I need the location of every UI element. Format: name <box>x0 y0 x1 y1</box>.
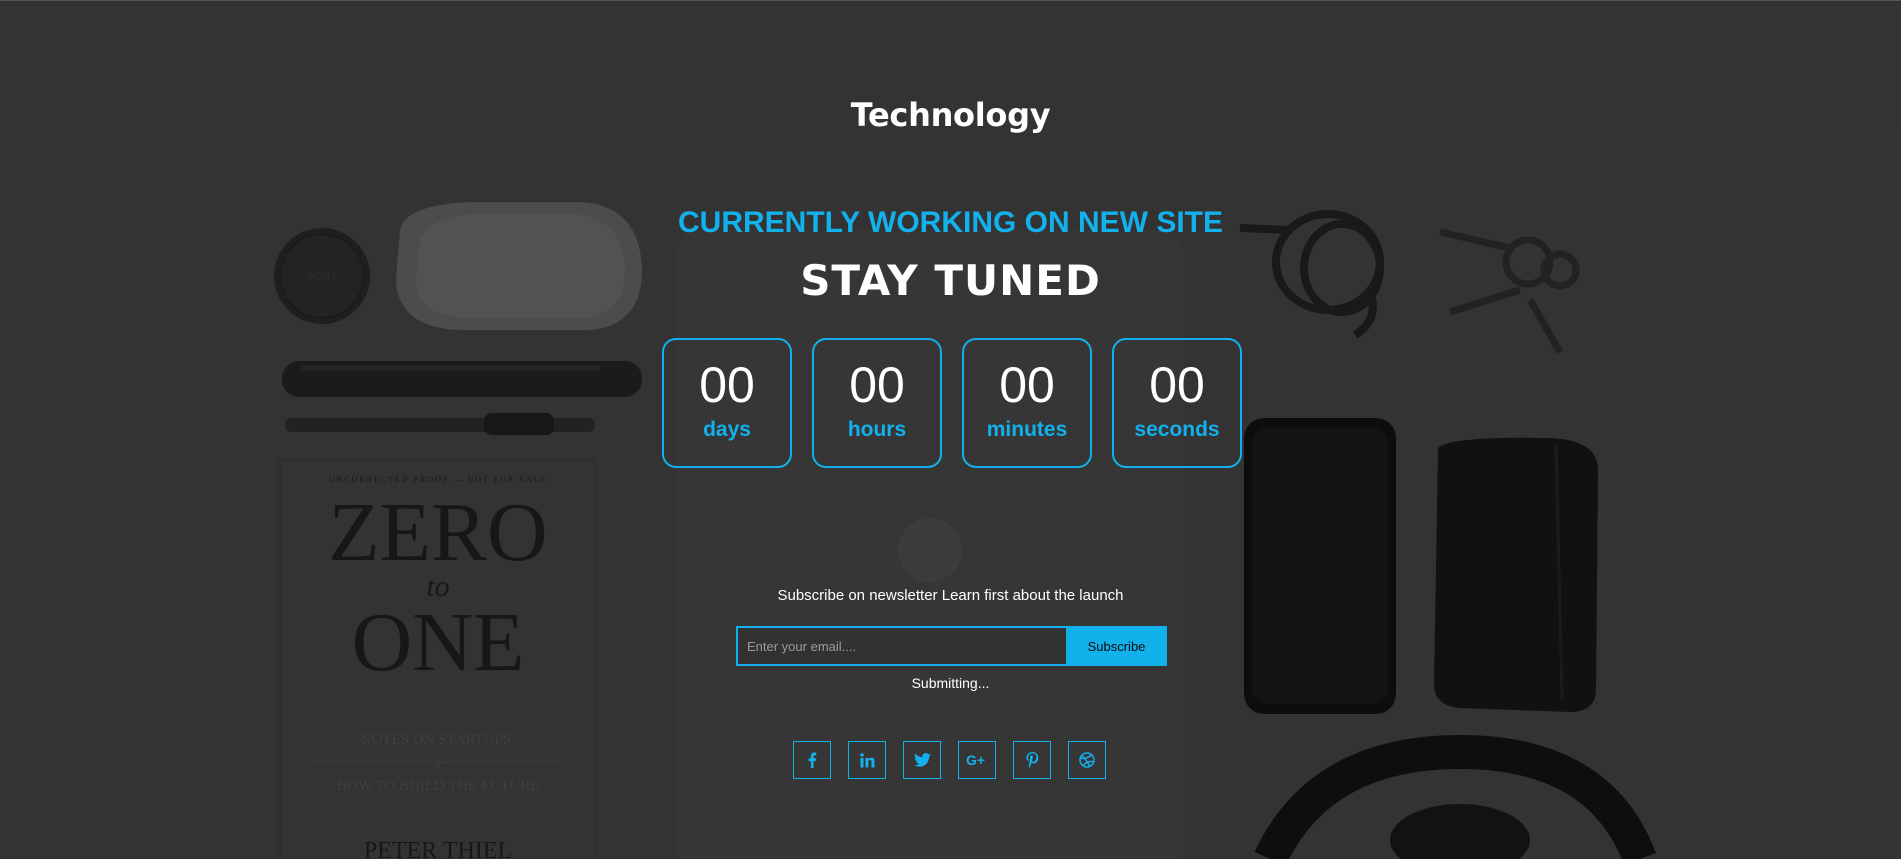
newsletter-form: Subscribe <box>736 626 1167 666</box>
pinterest-icon <box>1025 752 1039 768</box>
newsletter-text: Subscribe on newsletter Learn first abou… <box>777 587 1124 604</box>
countdown-days-label: days <box>703 418 751 441</box>
email-input[interactable] <box>736 626 1068 666</box>
submit-status: Submitting... <box>911 675 990 691</box>
facebook-link[interactable] <box>793 741 831 779</box>
google-plus-icon: G+ <box>966 753 988 767</box>
pinterest-link[interactable] <box>1013 741 1051 779</box>
twitter-link[interactable] <box>903 741 941 779</box>
countdown-hours: 00 hours <box>812 338 942 468</box>
countdown-hours-label: hours <box>847 418 907 441</box>
google-plus-link[interactable]: G+ <box>958 741 996 779</box>
dribbble-icon <box>1079 752 1095 768</box>
countdown-seconds: 00 seconds <box>1112 338 1242 468</box>
countdown-days-value: 00 <box>699 357 755 413</box>
countdown-minutes: 00 minutes <box>962 338 1092 468</box>
site-logo-title[interactable]: Technology <box>0 96 1901 134</box>
working-headline: CURRENTLY WORKING ON NEW SITE <box>677 206 1224 239</box>
linkedin-icon <box>859 752 875 768</box>
countdown-seconds-value: 00 <box>1149 357 1205 413</box>
twitter-icon <box>913 753 931 767</box>
subscribe-button[interactable]: Subscribe <box>1066 626 1167 666</box>
linkedin-link[interactable] <box>848 741 886 779</box>
social-links: G+ <box>793 741 1123 781</box>
countdown-days: 00 days <box>662 338 792 468</box>
facebook-icon <box>807 752 817 768</box>
countdown-minutes-label: minutes <box>986 418 1068 441</box>
countdown-hours-value: 00 <box>849 357 905 413</box>
svg-text:G+: G+ <box>966 753 985 767</box>
countdown-timer: 00 days 00 hours 00 minutes 00 seconds <box>662 338 1242 468</box>
countdown-minutes-value: 00 <box>999 357 1055 413</box>
countdown-seconds-label: seconds <box>1134 418 1220 441</box>
dribbble-link[interactable] <box>1068 741 1106 779</box>
stay-tuned-heading: STAY TUNED <box>800 256 1101 305</box>
